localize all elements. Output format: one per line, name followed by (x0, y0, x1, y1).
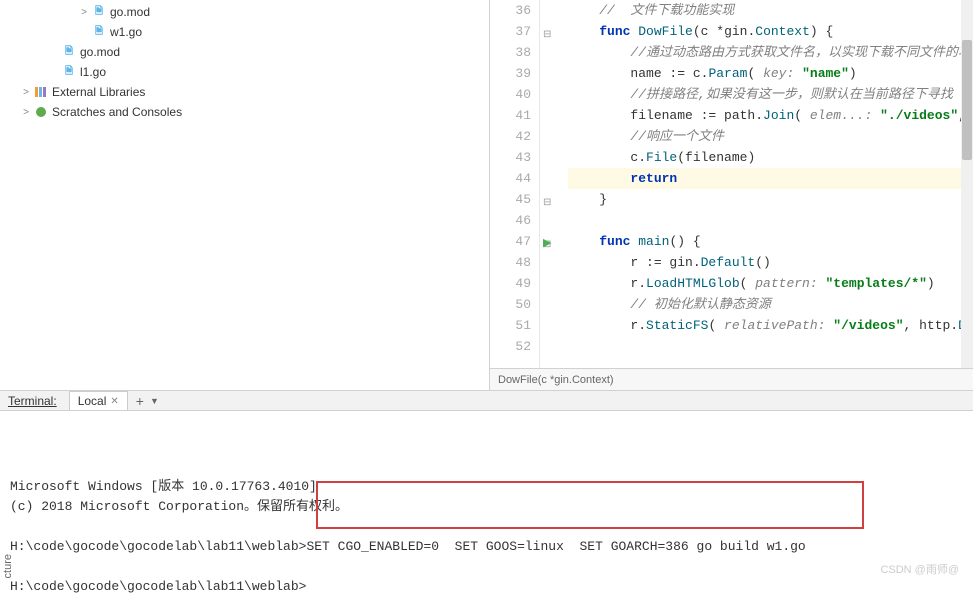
terminal-line: H:\code\gocode\gocodelab\lab11\weblab> (10, 577, 963, 597)
fold-icon[interactable]: ⊟ (543, 25, 551, 46)
terminal-tab-local[interactable]: Local ✕ (69, 391, 128, 410)
terminal-line: (c) 2018 Microsoft Corporation。保留所有权利。 (10, 497, 963, 517)
tree-label: go.mod (110, 5, 150, 19)
tree-item-go-mod[interactable]: >🗎 go.mod (0, 2, 489, 22)
sidebar-tab-label[interactable]: cture (0, 552, 16, 580)
chevron-icon[interactable] (48, 66, 60, 78)
chevron-icon[interactable] (48, 46, 60, 58)
scrollbar-thumb[interactable] (962, 40, 972, 160)
terminal-line (10, 557, 963, 577)
terminal-header: Terminal: Local ✕ + ▼ (0, 391, 973, 411)
tree-label: Scratches and Consoles (52, 105, 182, 119)
add-terminal-button[interactable]: + (136, 393, 144, 409)
chevron-icon[interactable]: > (78, 6, 90, 18)
chevron-icon[interactable]: > (20, 106, 32, 118)
go-file-icon: 🗎 (62, 65, 76, 79)
tree-item-scratches-and-consoles[interactable]: > Scratches and Consoles (0, 102, 489, 122)
project-tree[interactable]: >🗎go.mod🗎w1.go🗎go.mod🗎l1.go>External Lib… (0, 0, 490, 390)
terminal-panel: Terminal: Local ✕ + ▼ Microsoft Windows … (0, 390, 973, 578)
tree-item-w1-go[interactable]: 🗎 w1.go (0, 22, 489, 42)
code-content[interactable]: // 文件下载功能实现 func DowFile(c *gin.Context)… (560, 0, 973, 368)
vertical-scrollbar[interactable] (961, 0, 973, 368)
scratch-icon (34, 105, 48, 119)
code-editor[interactable]: 3637383940414243444546474849505152 ⊟⊟⊟▶ … (490, 0, 973, 390)
chevron-icon[interactable] (78, 26, 90, 38)
tree-label: w1.go (110, 25, 142, 39)
terminal-dropdown-icon[interactable]: ▼ (150, 396, 159, 406)
terminal-title[interactable]: Terminal: (8, 394, 57, 408)
terminal-tab-label: Local (78, 394, 107, 408)
breadcrumb[interactable]: DowFile(c *gin.Context) (490, 368, 973, 390)
tree-item-external-libraries[interactable]: > External Libraries (0, 82, 489, 102)
terminal-line: Microsoft Windows [版本 10.0.17763.4010] (10, 477, 963, 497)
go-file-icon: 🗎 (92, 5, 106, 19)
fold-icon[interactable]: ⊟ (543, 193, 551, 214)
close-icon[interactable]: ✕ (110, 396, 118, 407)
fold-gutter[interactable]: ⊟⊟⊟▶ (540, 0, 560, 368)
chevron-icon[interactable]: > (20, 86, 32, 98)
terminal-line: H:\code\gocode\gocodelab\lab11\weblab>SE… (10, 537, 963, 557)
breadcrumb-text: DowFile(c *gin.Context) (498, 374, 614, 386)
run-gutter-icon[interactable]: ▶ (543, 234, 551, 255)
tree-label: External Libraries (52, 85, 145, 99)
terminal-line (10, 517, 963, 537)
tree-item-go-mod[interactable]: 🗎 go.mod (0, 42, 489, 62)
tree-item-l1-go[interactable]: 🗎 l1.go (0, 62, 489, 82)
go-file-icon: 🗎 (92, 25, 106, 39)
line-gutter: 3637383940414243444546474849505152 (490, 0, 540, 368)
tree-label: l1.go (80, 65, 106, 79)
go-file-icon: 🗎 (62, 45, 76, 59)
terminal-output[interactable]: Microsoft Windows [版本 10.0.17763.4010](c… (0, 411, 973, 603)
watermark: CSDN @雨师@ (880, 561, 959, 577)
library-icon (34, 85, 48, 99)
tree-label: go.mod (80, 45, 120, 59)
